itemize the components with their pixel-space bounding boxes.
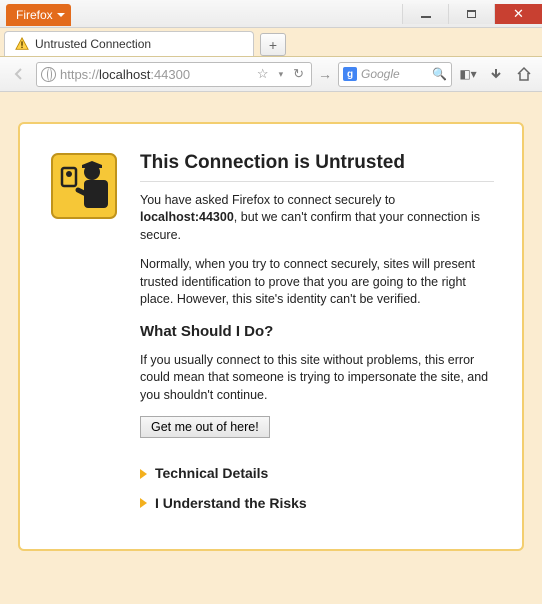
- expand-arrow-icon: [140, 498, 147, 508]
- technical-details-toggle[interactable]: Technical Details: [140, 464, 494, 484]
- navigation-toolbar: https://localhost:44300 ☆ ▾ ↻ → g Google…: [0, 57, 542, 92]
- maximize-button[interactable]: [448, 4, 494, 24]
- get-out-button[interactable]: Get me out of here!: [140, 416, 270, 438]
- url-bar[interactable]: https://localhost:44300 ☆ ▾ ↻: [36, 62, 312, 87]
- warning-paragraph-2: Normally, when you try to connect secure…: [140, 256, 494, 309]
- browser-tab[interactable]: Untrusted Connection: [4, 31, 254, 56]
- home-button[interactable]: [512, 62, 536, 86]
- downloads-button[interactable]: [484, 62, 508, 86]
- tab-title: Untrusted Connection: [35, 37, 151, 51]
- back-button[interactable]: [6, 61, 32, 87]
- close-button[interactable]: ✕: [494, 4, 542, 24]
- dropdown-icon[interactable]: ▾: [276, 69, 287, 80]
- url-text: https://localhost:44300: [60, 67, 250, 82]
- warning-icon: [15, 37, 29, 51]
- understand-risks-toggle[interactable]: I Understand the Risks: [140, 494, 494, 514]
- tab-bar: Untrusted Connection +: [0, 28, 542, 57]
- google-icon: g: [343, 67, 357, 81]
- new-tab-button[interactable]: +: [260, 33, 286, 56]
- page-content: This Connection is Untrusted You have as…: [0, 92, 542, 604]
- reload-icon[interactable]: ↻: [290, 66, 307, 82]
- search-box[interactable]: g Google 🔍: [338, 62, 452, 87]
- globe-icon: [41, 67, 56, 82]
- warning-paragraph-1: You have asked Firefox to connect secure…: [140, 192, 494, 245]
- subheading: What Should I Do?: [140, 321, 494, 342]
- minimize-button[interactable]: [402, 4, 448, 24]
- expand-arrow-icon: [140, 469, 147, 479]
- bookmark-star-icon[interactable]: ☆: [254, 66, 272, 82]
- officer-warning-icon: [48, 150, 120, 222]
- bookmarks-menu-button[interactable]: ◧▾: [456, 62, 480, 86]
- divider: [140, 181, 494, 182]
- error-panel: This Connection is Untrusted You have as…: [18, 122, 524, 551]
- go-button[interactable]: →: [316, 66, 334, 82]
- firefox-menu-button[interactable]: Firefox: [6, 4, 71, 26]
- warning-paragraph-3: If you usually connect to this site with…: [140, 352, 494, 405]
- search-placeholder: Google: [361, 67, 428, 81]
- window-titlebar: Firefox ✕: [0, 0, 542, 28]
- page-heading: This Connection is Untrusted: [140, 150, 494, 177]
- search-icon[interactable]: 🔍: [432, 67, 447, 81]
